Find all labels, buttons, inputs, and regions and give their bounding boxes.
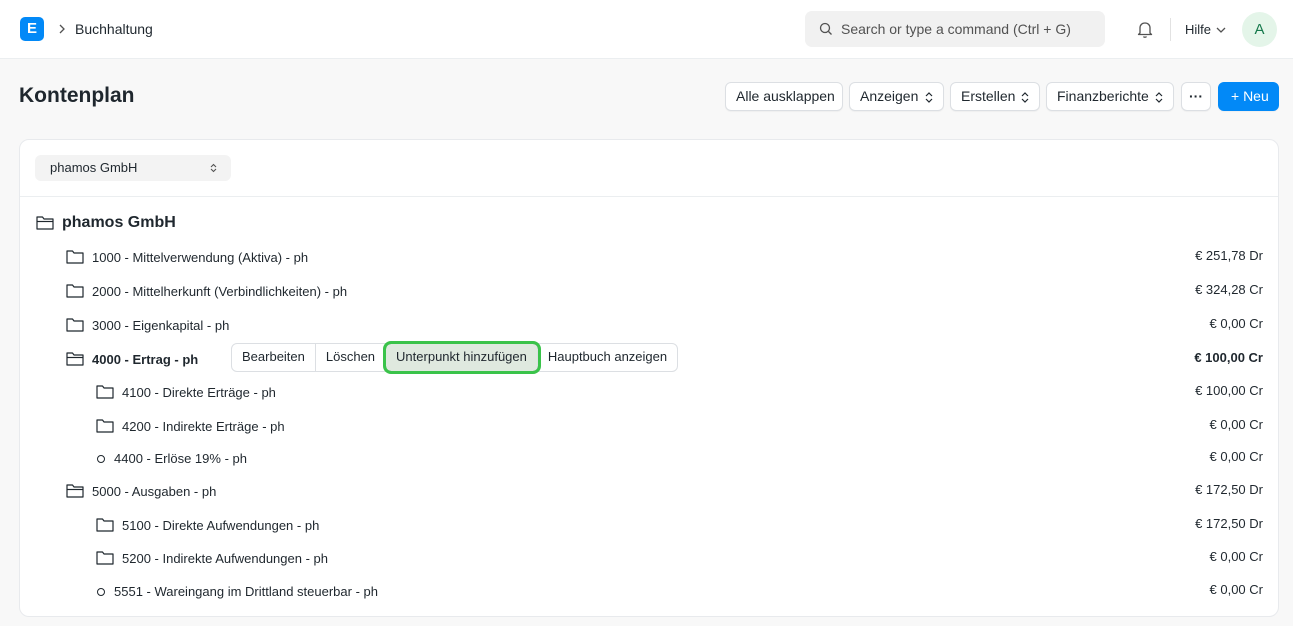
tree-root-label[interactable]: phamos GmbH xyxy=(62,214,176,232)
chevron-down-icon[interactable] xyxy=(1216,26,1226,34)
create-dropdown[interactable]: Erstellen xyxy=(950,82,1040,111)
chevron-updown-icon xyxy=(1021,92,1029,103)
tree-node-balance: € 100,00 Cr xyxy=(1195,383,1263,398)
tree-node[interactable]: 1000 - Mittelverwendung (Aktiva) - ph € … xyxy=(20,243,1278,273)
navbar-divider xyxy=(1170,18,1171,41)
tree-node-balance: € 100,00 Cr xyxy=(1194,350,1263,365)
tree-node-label: 5000 - Ausgaben - ph xyxy=(92,484,217,499)
tree-leaf[interactable]: 4400 - Erlöse 19% - ph € 0,00 Cr xyxy=(20,444,1278,474)
reports-dropdown[interactable]: Finanzberichte xyxy=(1046,82,1174,111)
tree-node-balance: € 324,28 Cr xyxy=(1195,282,1263,297)
tree-node-balance: € 0,00 Cr xyxy=(1209,549,1263,564)
leaf-dot-icon xyxy=(97,455,105,463)
expand-all-label: Alle ausklappen xyxy=(736,88,835,104)
folder-open-icon[interactable] xyxy=(36,215,54,231)
tree-node-label: 4100 - Direkte Erträge - ph xyxy=(122,385,276,400)
tree-node[interactable]: 5100 - Direkte Aufwendungen - ph € 172,5… xyxy=(20,511,1278,541)
search-icon xyxy=(819,22,832,35)
company-select[interactable]: phamos GmbH xyxy=(35,155,231,181)
help-menu[interactable]: Hilfe xyxy=(1185,22,1211,37)
folder-icon[interactable] xyxy=(96,550,114,566)
edit-button[interactable]: Bearbeiten xyxy=(232,344,316,371)
tree-node-label: 4200 - Indirekte Erträge - ph xyxy=(122,419,285,434)
create-label: Erstellen xyxy=(961,88,1016,104)
tree-node-label: 2000 - Mittelherkunft (Verbindlichkeiten… xyxy=(92,284,348,299)
avatar[interactable]: A xyxy=(1242,12,1277,47)
folder-icon[interactable] xyxy=(66,317,84,333)
search-input[interactable]: Search or type a command (Ctrl + G) xyxy=(805,11,1105,47)
search-placeholder: Search or type a command (Ctrl + G) xyxy=(841,21,1071,37)
tree-node-balance: € 172,50 Dr xyxy=(1195,516,1263,531)
tree-node[interactable]: 4100 - Direkte Erträge - ph € 100,00 Cr xyxy=(20,378,1278,408)
divider xyxy=(20,196,1278,197)
tree-node-label: 4000 - Ertrag - ph xyxy=(92,352,199,367)
page-title: Kontenplan xyxy=(19,84,135,107)
tree-node[interactable]: 3000 - Eigenkapital - ph € 0,00 Cr xyxy=(20,311,1278,341)
new-button[interactable]: + Neu xyxy=(1218,82,1279,111)
tree-node-balance: € 0,00 Cr xyxy=(1209,316,1263,331)
bell-icon[interactable] xyxy=(1136,20,1154,39)
tree-node-balance: € 0,00 Cr xyxy=(1209,582,1263,597)
view-ledger-button[interactable]: Hauptbuch anzeigen xyxy=(538,344,677,371)
app-logo[interactable]: E xyxy=(20,17,44,41)
reports-label: Finanzberichte xyxy=(1057,88,1149,104)
tree-node-label: 5551 - Wareingang im Drittland steuerbar… xyxy=(114,584,378,599)
add-child-button[interactable]: Unterpunkt hinzufügen xyxy=(383,341,541,374)
chevron-updown-icon xyxy=(925,92,933,103)
more-icon: ··· xyxy=(1189,88,1203,104)
chevron-updown-icon xyxy=(1155,92,1163,103)
tree-node-label: 3000 - Eigenkapital - ph xyxy=(92,318,230,333)
delete-button[interactable]: Löschen xyxy=(316,344,387,371)
chart-of-accounts-card: phamos GmbH phamos GmbH 1000 - Mittelver… xyxy=(19,139,1279,617)
tree-node[interactable]: 4200 - Indirekte Erträge - ph € 0,00 Cr xyxy=(20,412,1278,442)
tree-node-label: 5200 - Indirekte Aufwendungen - ph xyxy=(122,551,328,566)
tree-node-balance: € 251,78 Dr xyxy=(1195,248,1263,263)
folder-open-icon[interactable] xyxy=(66,351,84,367)
new-label: + Neu xyxy=(1231,88,1269,104)
tree-node-balance: € 0,00 Cr xyxy=(1209,449,1263,464)
navbar: E Buchhaltung Search or type a command (… xyxy=(0,0,1293,59)
tree-node-label: 5100 - Direkte Aufwendungen - ph xyxy=(122,518,320,533)
folder-icon[interactable] xyxy=(66,283,84,299)
view-dropdown[interactable]: Anzeigen xyxy=(849,82,944,111)
tree-node-balance: € 172,50 Dr xyxy=(1195,482,1263,497)
expand-all-button[interactable]: Alle ausklappen xyxy=(725,82,843,111)
node-action-group: Bearbeiten Löschen Unterpunkt hinzufügen… xyxy=(231,341,679,374)
tree-node[interactable]: 5000 - Ausgaben - ph € 172,50 Dr xyxy=(20,477,1278,507)
tree-node[interactable]: 5200 - Indirekte Aufwendungen - ph € 0,0… xyxy=(20,544,1278,574)
folder-icon[interactable] xyxy=(66,249,84,265)
folder-icon[interactable] xyxy=(96,418,114,434)
tree-node-label: 1000 - Mittelverwendung (Aktiva) - ph xyxy=(92,250,309,265)
tree-leaf[interactable]: 5551 - Wareingang im Drittland steuerbar… xyxy=(20,577,1278,607)
breadcrumb[interactable]: Buchhaltung xyxy=(75,21,153,37)
folder-icon[interactable] xyxy=(96,384,114,400)
chevron-right-icon xyxy=(59,24,65,34)
view-label: Anzeigen xyxy=(860,88,919,104)
folder-icon[interactable] xyxy=(96,517,114,533)
tree-node[interactable]: 2000 - Mittelherkunft (Verbindlichkeiten… xyxy=(20,277,1278,307)
folder-open-icon[interactable] xyxy=(66,483,84,499)
company-select-value: phamos GmbH xyxy=(50,160,138,175)
tree-node-balance: € 0,00 Cr xyxy=(1209,417,1263,432)
more-button[interactable]: ··· xyxy=(1181,82,1211,111)
tree-node-label: 4400 - Erlöse 19% - ph xyxy=(114,451,247,466)
leaf-dot-icon xyxy=(97,588,105,596)
chevron-updown-icon xyxy=(210,163,217,173)
